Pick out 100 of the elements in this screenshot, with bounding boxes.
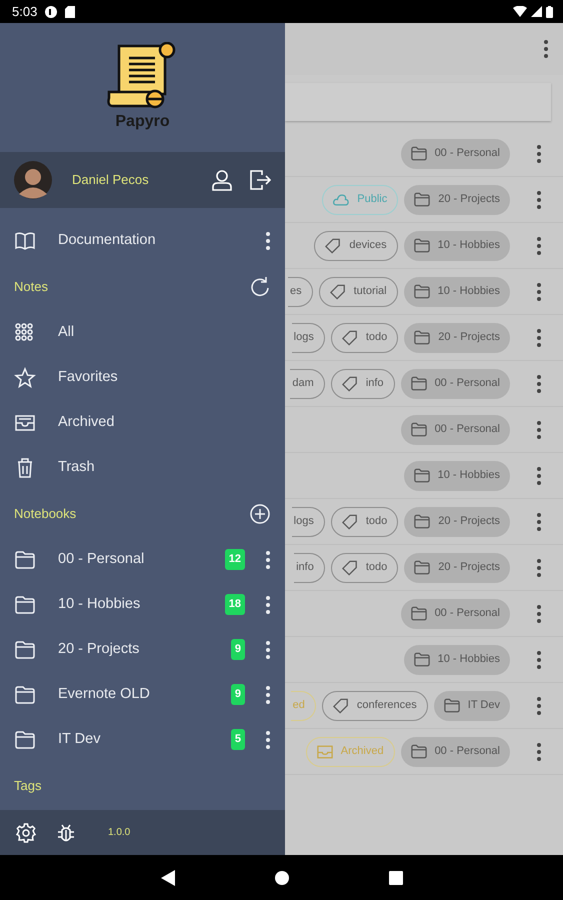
more-options-icon[interactable]	[536, 236, 542, 254]
folder-icon	[414, 238, 430, 254]
inbox-icon	[316, 744, 333, 760]
notebook-chip[interactable]: 20 - Projects	[404, 184, 510, 214]
more-options-icon[interactable]	[536, 604, 542, 622]
tag-chip[interactable]: todo	[330, 322, 398, 352]
folder-icon	[14, 684, 36, 706]
notebook-chip[interactable]: IT Dev	[434, 690, 510, 720]
folder-icon	[414, 652, 430, 668]
battery-icon	[546, 6, 553, 18]
more-options-icon[interactable]	[536, 466, 542, 484]
recents-icon[interactable]	[388, 870, 402, 884]
more-options-icon[interactable]	[536, 144, 542, 162]
cloud-icon	[333, 192, 350, 208]
tag-chip[interactable]: info	[330, 368, 395, 398]
more-options-icon[interactable]	[265, 640, 271, 658]
count-badge: 18	[224, 594, 245, 615]
notification-icon	[45, 6, 58, 18]
user-name: Daniel Pecos	[72, 171, 150, 190]
tag-icon	[330, 284, 346, 300]
notebook-chip[interactable]: 00 - Personal	[400, 736, 510, 766]
tag-chip[interactable]: todo	[330, 506, 398, 536]
more-options-icon[interactable]	[536, 328, 542, 346]
tag-chip[interactable]: logs	[292, 506, 325, 536]
folder-icon	[410, 376, 427, 392]
signal-icon	[531, 6, 542, 17]
menu-item[interactable]: Documentation	[58, 230, 265, 252]
menu-item[interactable]: Archived	[58, 412, 271, 434]
notebook-chip[interactable]: 20 - Projects	[404, 322, 510, 352]
profile-icon[interactable]	[211, 169, 233, 191]
search-field[interactable]	[285, 83, 551, 121]
more-options-icon[interactable]	[536, 650, 542, 668]
notebook-chip[interactable]: 00 - Personal	[400, 138, 510, 168]
tag-chip[interactable]: dam	[290, 368, 325, 398]
back-icon[interactable]	[160, 870, 174, 886]
version-label: 1.0.0	[108, 826, 130, 840]
tag-chip[interactable]: devices	[314, 230, 398, 260]
book-icon	[14, 230, 36, 252]
tag-chip[interactable]: conferences	[322, 690, 428, 720]
folder-icon	[14, 728, 36, 750]
folder-icon	[414, 560, 430, 576]
more-options-icon[interactable]	[536, 558, 542, 576]
status-time: 5:03	[12, 2, 38, 21]
menu-item[interactable]: Trash	[58, 456, 271, 478]
notebook-chip[interactable]: 20 - Projects	[404, 552, 510, 582]
notebook-chip[interactable]: 00 - Personal	[400, 414, 510, 444]
more-options-icon[interactable]	[536, 190, 542, 208]
notebook-chip[interactable]: 10 - Hobbies	[404, 460, 510, 490]
more-options-icon[interactable]	[265, 232, 271, 250]
tag-icon	[325, 238, 342, 254]
tag-icon	[342, 376, 358, 392]
add-icon[interactable]	[249, 502, 271, 524]
count-badge: 12	[224, 549, 245, 570]
notebook-chip[interactable]: 20 - Projects	[404, 506, 510, 536]
tag-chip[interactable]: es	[288, 276, 313, 306]
folder-icon	[414, 514, 430, 530]
menu-item[interactable]: IT Dev	[58, 728, 231, 750]
menu-item[interactable]: 20 - Projects	[58, 638, 231, 660]
tag-icon	[332, 698, 349, 714]
folder-icon	[414, 330, 430, 346]
folder-icon	[414, 468, 430, 484]
more-options-icon[interactable]	[536, 742, 542, 760]
notebook-chip[interactable]: 10 - Hobbies	[404, 230, 510, 260]
more-options-icon[interactable]	[536, 282, 542, 300]
settings-icon[interactable]	[16, 822, 36, 842]
folder-icon	[410, 606, 427, 622]
logout-icon[interactable]	[249, 169, 271, 191]
more-options-icon[interactable]	[536, 512, 542, 530]
menu-item[interactable]: 10 - Hobbies	[58, 594, 225, 616]
more-options-icon[interactable]	[265, 686, 271, 704]
notebook-chip[interactable]: 10 - Hobbies	[404, 276, 510, 306]
refresh-icon[interactable]	[249, 276, 271, 298]
menu-item[interactable]: 00 - Personal	[58, 548, 225, 570]
more-options-icon[interactable]	[265, 550, 271, 568]
tag-chip[interactable]: info	[294, 552, 325, 582]
tag-chip[interactable]: tutorial	[318, 276, 398, 306]
more-options-icon[interactable]	[265, 596, 271, 614]
menu-item[interactable]: Evernote OLD	[58, 684, 231, 706]
folder-icon	[14, 548, 36, 570]
more-options-icon[interactable]	[265, 730, 271, 748]
tag-icon	[342, 330, 358, 346]
overflow-menu-icon[interactable]	[543, 40, 549, 58]
home-icon[interactable]	[274, 870, 288, 884]
tag-chip[interactable]: logs	[292, 322, 325, 352]
menu-item[interactable]: All	[58, 322, 271, 344]
tag-chip[interactable]: todo	[330, 552, 398, 582]
notebook-chip[interactable]: 00 - Personal	[400, 598, 510, 628]
folder-icon	[410, 422, 427, 438]
more-options-icon[interactable]	[536, 696, 542, 714]
tag-icon	[342, 560, 358, 576]
section-heading: Notes	[14, 278, 49, 296]
bug-icon[interactable]	[56, 822, 76, 842]
notebook-chip[interactable]: 10 - Hobbies	[404, 644, 510, 674]
more-options-icon[interactable]	[536, 374, 542, 392]
count-badge: 9	[230, 639, 245, 660]
more-options-icon[interactable]	[536, 420, 542, 438]
menu-item[interactable]: Favorites	[58, 366, 271, 388]
count-badge: 5	[230, 729, 245, 750]
section-heading: Tags	[14, 776, 42, 795]
notebook-chip[interactable]: 00 - Personal	[400, 368, 510, 398]
